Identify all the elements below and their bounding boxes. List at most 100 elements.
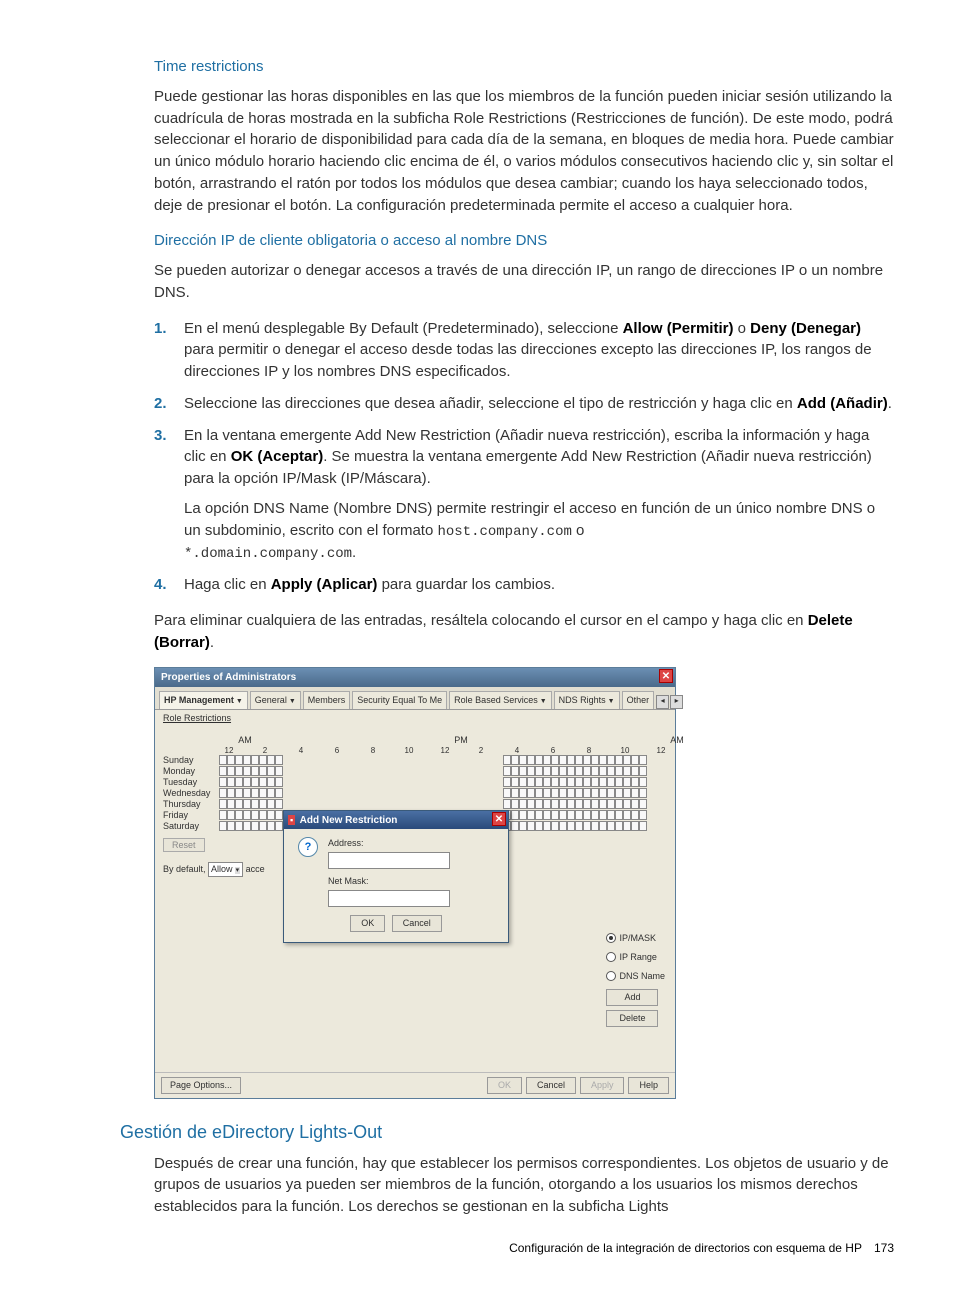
time-cell[interactable] [527, 766, 535, 776]
time-cell[interactable] [615, 777, 623, 787]
time-cell[interactable] [567, 821, 575, 831]
time-cell[interactable] [607, 821, 615, 831]
input-netmask[interactable] [328, 890, 450, 907]
time-cell[interactable] [543, 755, 551, 765]
time-cell[interactable] [559, 788, 567, 798]
time-cell[interactable] [567, 766, 575, 776]
time-cell[interactable] [583, 799, 591, 809]
time-cell[interactable] [559, 821, 567, 831]
time-cell[interactable] [599, 788, 607, 798]
time-cell[interactable] [583, 821, 591, 831]
time-cell[interactable] [251, 766, 259, 776]
time-cell[interactable] [567, 755, 575, 765]
tab-role-based-services[interactable]: Role Based Services▼ [449, 691, 551, 709]
time-cell[interactable] [623, 755, 631, 765]
radio-ipmask[interactable]: IP/MASK [606, 932, 665, 945]
time-cell[interactable] [543, 821, 551, 831]
time-cell[interactable] [275, 766, 283, 776]
time-cell[interactable] [551, 821, 559, 831]
time-cell[interactable] [607, 766, 615, 776]
time-cell[interactable] [275, 821, 283, 831]
time-cell[interactable] [535, 821, 543, 831]
time-cell[interactable] [519, 799, 527, 809]
time-cell[interactable] [551, 810, 559, 820]
dialog-cancel-button[interactable]: Cancel [526, 1077, 576, 1094]
time-cell[interactable] [631, 821, 639, 831]
time-cell[interactable] [615, 755, 623, 765]
default-allow-dropdown[interactable]: Allow [208, 862, 243, 877]
time-cell[interactable] [639, 755, 647, 765]
time-cell[interactable] [219, 755, 227, 765]
time-cell[interactable] [591, 788, 599, 798]
time-cell[interactable] [583, 788, 591, 798]
time-cell[interactable] [559, 766, 567, 776]
time-cell[interactable] [615, 766, 623, 776]
time-cell[interactable] [267, 766, 275, 776]
time-cell[interactable] [535, 799, 543, 809]
time-cell[interactable] [639, 788, 647, 798]
time-cell[interactable] [599, 799, 607, 809]
time-cell[interactable] [519, 810, 527, 820]
time-cell[interactable] [503, 788, 511, 798]
tab-security-equal[interactable]: Security Equal To Me [352, 691, 447, 709]
time-cell[interactable] [227, 799, 235, 809]
time-cell[interactable] [639, 810, 647, 820]
time-cell[interactable] [607, 755, 615, 765]
time-cell[interactable] [575, 766, 583, 776]
time-cell[interactable] [267, 799, 275, 809]
time-cell[interactable] [243, 755, 251, 765]
time-cell[interactable] [575, 799, 583, 809]
time-cell[interactable] [219, 821, 227, 831]
time-cell[interactable] [235, 810, 243, 820]
time-cell[interactable] [527, 755, 535, 765]
time-cell[interactable] [623, 777, 631, 787]
time-cell[interactable] [251, 788, 259, 798]
time-cell[interactable] [535, 777, 543, 787]
time-cell[interactable] [251, 777, 259, 787]
time-cell[interactable] [243, 821, 251, 831]
subtab-role-restrictions[interactable]: Role Restrictions [155, 710, 675, 731]
time-cell[interactable] [559, 799, 567, 809]
tab-hp-management[interactable]: HP Management▼ [159, 691, 248, 709]
time-cell[interactable] [259, 821, 267, 831]
time-cell[interactable] [227, 755, 235, 765]
reset-button[interactable]: Reset [163, 838, 205, 852]
radio-dnsname[interactable]: DNS Name [606, 970, 665, 983]
time-cell[interactable] [267, 788, 275, 798]
time-cell[interactable] [567, 788, 575, 798]
input-address[interactable] [328, 852, 450, 869]
time-cell[interactable] [267, 821, 275, 831]
time-cell[interactable] [551, 755, 559, 765]
time-cell[interactable] [591, 821, 599, 831]
time-cell[interactable] [535, 766, 543, 776]
time-cell[interactable] [227, 766, 235, 776]
time-cell[interactable] [543, 777, 551, 787]
time-cell[interactable] [503, 799, 511, 809]
time-cell[interactable] [535, 755, 543, 765]
time-cell[interactable] [243, 810, 251, 820]
time-cell[interactable] [511, 799, 519, 809]
time-cell[interactable] [543, 799, 551, 809]
time-cell[interactable] [607, 788, 615, 798]
time-cell[interactable] [235, 777, 243, 787]
time-cell[interactable] [623, 799, 631, 809]
time-cell[interactable] [591, 777, 599, 787]
time-cell[interactable] [607, 799, 615, 809]
popup-cancel-button[interactable]: Cancel [392, 915, 442, 932]
time-cell[interactable] [591, 799, 599, 809]
time-cell[interactable] [235, 766, 243, 776]
tab-other[interactable]: Other [622, 691, 655, 709]
time-cell[interactable] [639, 821, 647, 831]
time-cell[interactable] [623, 821, 631, 831]
time-cell[interactable] [567, 777, 575, 787]
time-cell[interactable] [227, 821, 235, 831]
time-cell[interactable] [615, 788, 623, 798]
radio-iprange[interactable]: IP Range [606, 951, 665, 964]
time-cell[interactable] [623, 810, 631, 820]
time-cell[interactable] [551, 799, 559, 809]
time-cell[interactable] [251, 755, 259, 765]
time-cell[interactable] [607, 777, 615, 787]
time-cell[interactable] [623, 788, 631, 798]
time-cell[interactable] [631, 788, 639, 798]
time-cell[interactable] [631, 766, 639, 776]
